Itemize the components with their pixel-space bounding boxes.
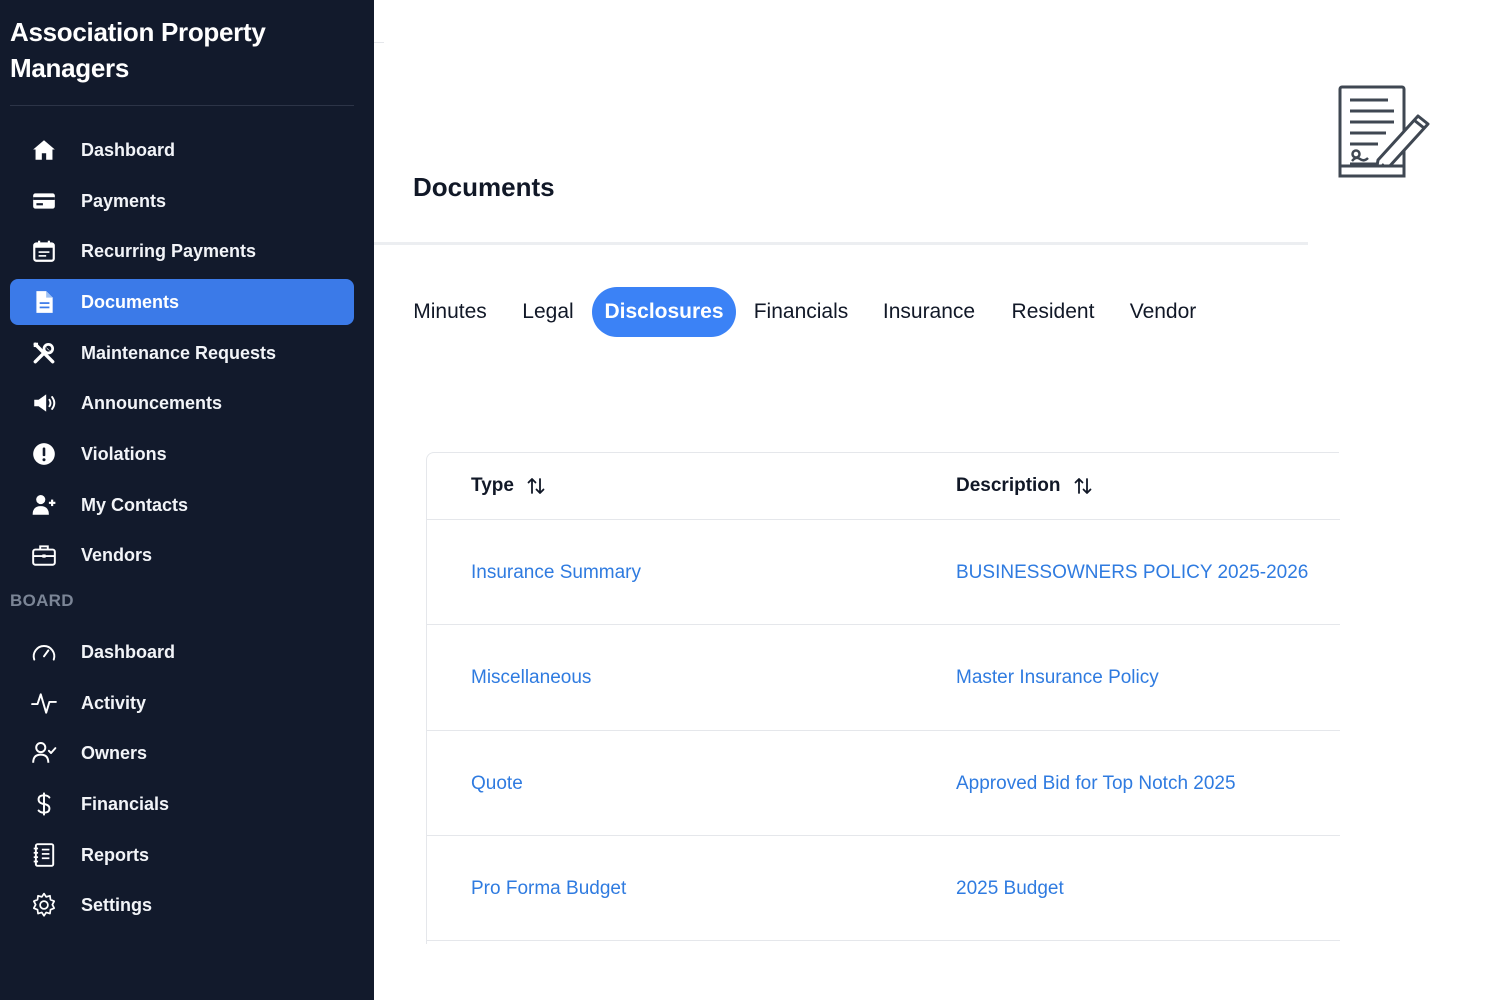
sidebar-item-financials[interactable]: Financials — [10, 781, 354, 827]
sidebar-item-payments[interactable]: Payments — [10, 178, 354, 224]
sidebar-item-label: Payments — [81, 191, 167, 211]
sidebar-item-label: Activity — [81, 693, 147, 713]
row-divider — [427, 835, 1340, 836]
gear-icon — [30, 891, 58, 919]
tab-financials[interactable]: Financials — [751, 287, 851, 337]
tab-disclosures[interactable]: Disclosures — [592, 287, 736, 337]
sidebar-item-label: Announcements — [81, 393, 223, 413]
header-divider — [374, 242, 1308, 245]
dollar-icon — [30, 790, 58, 818]
sidebar-item-documents[interactable]: Documents — [10, 279, 354, 325]
top-divider — [374, 42, 384, 43]
sidebar-item-label: Owners — [81, 743, 148, 763]
sort-icon[interactable] — [1073, 476, 1093, 496]
tab-legal[interactable]: Legal — [517, 287, 579, 337]
row-divider — [427, 519, 1340, 520]
table-cell-type[interactable]: Insurance Summary — [471, 562, 641, 584]
sidebar-item-my-contacts[interactable]: My Contacts — [10, 482, 354, 528]
briefcase-icon — [30, 541, 58, 569]
signed-document-icon — [1338, 84, 1434, 180]
megaphone-icon — [30, 389, 58, 417]
sidebar-item-label: Financials — [81, 794, 170, 814]
sidebar-item-label: Maintenance Requests — [81, 343, 277, 363]
sidebar-item-label: Settings — [81, 895, 153, 915]
column-header-label: Type — [471, 475, 514, 496]
brand-title: Association Property Managers — [10, 17, 266, 83]
sidebar-item-label: Dashboard — [81, 642, 176, 662]
tab-resident[interactable]: Resident — [1008, 287, 1098, 337]
column-header-description[interactable]: Description — [956, 453, 1093, 519]
credit-card-icon — [30, 187, 58, 215]
tools-icon — [30, 339, 58, 367]
home-icon — [30, 136, 58, 164]
activity-icon — [30, 689, 58, 717]
table-cell-description[interactable]: Approved Bid for Top Notch 2025 — [956, 773, 1236, 795]
gauge-icon — [30, 638, 58, 666]
user-check-icon — [30, 739, 58, 767]
notebook-icon — [30, 841, 58, 869]
sidebar: Association Property Managers Dashboard … — [0, 0, 374, 1000]
row-divider — [427, 730, 1340, 731]
sidebar-item-activity[interactable]: Activity — [10, 680, 354, 726]
table-cell-type[interactable]: Miscellaneous — [471, 667, 591, 689]
sidebar-item-label: Recurring Payments — [81, 241, 257, 261]
sidebar-item-board-dashboard[interactable]: Dashboard — [10, 629, 354, 675]
user-plus-icon — [30, 491, 58, 519]
row-divider — [427, 940, 1340, 941]
table-cell-type[interactable]: Pro Forma Budget — [471, 878, 626, 900]
app-window: Association Property Managers Dashboard … — [0, 0, 1486, 1000]
sidebar-item-label: My Contacts — [81, 495, 189, 515]
sort-icon[interactable] — [526, 476, 546, 496]
sidebar-divider — [10, 105, 354, 106]
sidebar-item-settings[interactable]: Settings — [10, 882, 354, 928]
table-cell-description[interactable]: BUSINESSOWNERS POLICY 2025-2026 — [956, 562, 1308, 584]
sidebar-item-label: Vendors — [81, 545, 153, 565]
board-section-label: BOARD — [10, 591, 74, 610]
page-title: Documents — [413, 172, 555, 202]
tab-insurance[interactable]: Insurance — [880, 287, 978, 337]
sidebar-item-owners[interactable]: Owners — [10, 730, 354, 776]
table-cell-type[interactable]: Quote — [471, 773, 523, 795]
column-header-label: Description — [956, 475, 1061, 496]
alert-circle-icon — [30, 440, 58, 468]
calendar-icon — [30, 237, 58, 265]
sidebar-item-dashboard[interactable]: Dashboard — [10, 127, 354, 173]
sidebar-item-vendors[interactable]: Vendors — [10, 532, 354, 578]
sidebar-item-violations[interactable]: Violations — [10, 431, 354, 477]
sidebar-item-reports[interactable]: Reports — [10, 832, 354, 878]
row-divider — [427, 624, 1340, 625]
sidebar-item-maintenance-requests[interactable]: Maintenance Requests — [10, 330, 354, 376]
sidebar-item-label: Dashboard — [81, 140, 176, 160]
column-header-type[interactable]: Type — [471, 453, 546, 519]
document-icon — [30, 288, 58, 316]
sidebar-item-announcements[interactable]: Announcements — [10, 380, 354, 426]
main-content: Documents Minutes Legal Disclosures Fina… — [374, 0, 1486, 1000]
table-cell-description[interactable]: Master Insurance Policy — [956, 667, 1159, 689]
documents-table: Type Description Insurance Summary BUSIN… — [426, 452, 1340, 944]
sidebar-item-label: Documents — [81, 292, 180, 312]
tab-minutes[interactable]: Minutes — [410, 287, 490, 337]
sidebar-item-label: Reports — [81, 845, 150, 865]
sidebar-item-label: Violations — [81, 444, 167, 464]
sidebar-item-recurring-payments[interactable]: Recurring Payments — [10, 228, 354, 274]
tab-vendor[interactable]: Vendor — [1126, 287, 1200, 337]
table-cell-description[interactable]: 2025 Budget — [956, 878, 1064, 900]
